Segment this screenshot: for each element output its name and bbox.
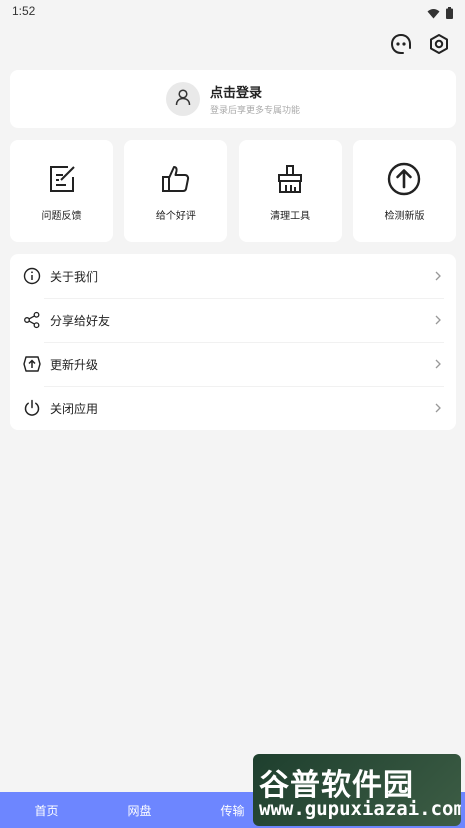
user-icon <box>174 88 192 110</box>
menu-item-close-app[interactable]: 关闭应用 <box>10 386 456 430</box>
upgrade-icon <box>22 354 42 374</box>
top-actions <box>389 34 451 58</box>
menu-item-share[interactable]: 分享给好友 <box>10 298 456 342</box>
login-card[interactable]: 点击登录 登录后享更多专属功能 <box>10 70 456 128</box>
avatar <box>165 82 200 116</box>
menu-item-upgrade[interactable]: 更新升级 <box>10 342 456 386</box>
login-text: 点击登录 登录后享更多专属功能 <box>210 82 300 116</box>
login-title: 点击登录 <box>209 86 262 101</box>
nav-item-cloud-drive[interactable]: 网盘 <box>93 802 186 819</box>
grid-item-feedback[interactable]: 问题反馈 <box>10 140 113 242</box>
nav-item-home[interactable]: 首页 <box>0 802 93 819</box>
thumbs-up-icon <box>158 161 194 197</box>
info-icon <box>22 266 42 286</box>
menu-label: 更新升级 <box>50 357 99 372</box>
robot-icon <box>390 33 412 59</box>
hexagon-settings-icon <box>428 33 450 59</box>
grid-label: 清理工具 <box>270 210 311 222</box>
battery-icon <box>446 4 453 23</box>
share-icon <box>22 310 42 330</box>
tools-grid: 问题反馈 给个好评 清理工具 检测新版 <box>10 140 456 242</box>
broom-icon <box>272 161 308 197</box>
settings-button[interactable] <box>427 34 451 58</box>
status-bar: 1:52 <box>0 0 465 22</box>
grid-label: 问题反馈 <box>41 210 82 222</box>
menu-label: 关闭应用 <box>50 401 99 416</box>
menu-list: 关于我们 分享给好友 更新升级 关闭应用 <box>10 254 456 430</box>
assistant-button[interactable] <box>389 34 413 58</box>
grid-item-cleaner[interactable]: 清理工具 <box>238 140 342 242</box>
wifi-icon <box>427 4 440 23</box>
menu-label: 分享给好友 <box>50 313 111 328</box>
grid-item-rate[interactable]: 给个好评 <box>124 140 228 242</box>
edit-note-icon <box>44 161 80 197</box>
chevron-right-icon <box>432 402 444 414</box>
status-icons <box>427 4 453 23</box>
grid-item-check-update[interactable]: 检测新版 <box>352 140 456 242</box>
grid-label: 给个好评 <box>155 210 196 222</box>
status-time: 1:52 <box>12 4 36 18</box>
watermark: 谷普软件园 www.gupuxiazai.com <box>253 754 461 826</box>
grid-label: 检测新版 <box>384 210 425 222</box>
chevron-right-icon <box>432 314 444 326</box>
power-icon <box>22 398 42 418</box>
login-subtitle: 登录后享更多专属功能 <box>209 106 300 116</box>
menu-item-about[interactable]: 关于我们 <box>10 254 456 298</box>
menu-label: 关于我们 <box>50 269 99 284</box>
arrow-up-circle-icon <box>386 161 422 197</box>
watermark-url: www.gupuxiazai.com <box>259 798 461 820</box>
chevron-right-icon <box>432 270 444 282</box>
chevron-right-icon <box>432 358 444 370</box>
